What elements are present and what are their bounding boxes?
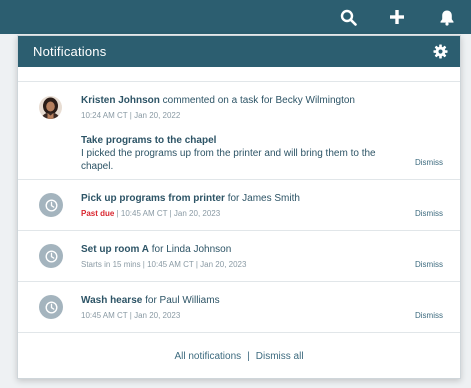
actor-name[interactable]: Kristen Johnson <box>81 95 160 106</box>
notification-headline: Wash hearse for Paul Williams <box>81 294 446 308</box>
bell-icon[interactable] <box>436 6 458 28</box>
dismiss-button[interactable]: Dismiss <box>415 209 443 218</box>
notification-item[interactable]: Kristen Johnson commented on a task for … <box>18 82 460 180</box>
gear-icon[interactable] <box>433 44 448 59</box>
notification-item[interactable]: Wash hearse for Paul Williams 10:45 AM C… <box>18 282 460 333</box>
notification-time: Past due | 10:45 AM CT | Jan 20, 2023 <box>81 208 446 220</box>
status-badge: Past due <box>81 209 115 218</box>
search-icon[interactable] <box>337 6 359 28</box>
all-notifications-link[interactable]: All notifications <box>174 351 241 362</box>
panel-header: Notifications <box>18 36 460 67</box>
plus-icon[interactable] <box>386 6 408 28</box>
notification-time: 10:24 AM CT | Jan 20, 2022 <box>81 111 181 120</box>
top-bar <box>0 0 471 34</box>
dismiss-button[interactable]: Dismiss <box>415 260 443 269</box>
dismiss-button[interactable]: Dismiss <box>415 311 443 320</box>
list-top-spacer <box>18 67 460 82</box>
comment-text: I picked the programs up from the printe… <box>81 148 376 172</box>
panel-title: Notifications <box>33 44 107 59</box>
dismiss-button[interactable]: Dismiss <box>415 158 443 167</box>
notification-action: commented on a task for Becky Wilmington <box>159 95 355 106</box>
avatar <box>39 96 62 119</box>
notification-item[interactable]: Pick up programs from printer for James … <box>18 180 460 231</box>
notification-headline: Kristen Johnson commented on a task for … <box>81 94 446 108</box>
panel-footer: All notifications | Dismiss all <box>18 333 460 378</box>
clock-icon <box>39 193 63 217</box>
task-assignee: for Paul Williams <box>142 295 220 306</box>
notification-time-text: | 10:45 AM CT | Jan 20, 2023 <box>114 209 221 218</box>
notification-item[interactable]: Set up room A for Linda Johnson Starts i… <box>18 231 460 282</box>
task-name[interactable]: Wash hearse <box>81 295 142 306</box>
footer-separator: | <box>247 351 250 362</box>
dismiss-all-link[interactable]: Dismiss all <box>256 351 304 362</box>
clock-icon <box>39 244 63 268</box>
task-name[interactable]: Set up room A <box>81 244 149 255</box>
task-assignee: for Linda Johnson <box>148 244 232 255</box>
notification-headline: Pick up programs from printer for James … <box>81 192 446 206</box>
task-assignee: for James Smith <box>224 193 300 204</box>
task-name[interactable]: Pick up programs from printer <box>81 193 225 204</box>
clock-icon <box>39 295 63 319</box>
notification-headline: Set up room A for Linda Johnson <box>81 243 446 257</box>
notifications-panel: Notifications Kristen Johnson commented … <box>17 35 461 379</box>
task-title[interactable]: Take programs to the chapel <box>81 134 446 147</box>
notification-time: Starts in 15 mins | 10:45 AM CT | Jan 20… <box>81 260 247 269</box>
notification-time: 10:45 AM CT | Jan 20, 2023 <box>81 311 181 320</box>
